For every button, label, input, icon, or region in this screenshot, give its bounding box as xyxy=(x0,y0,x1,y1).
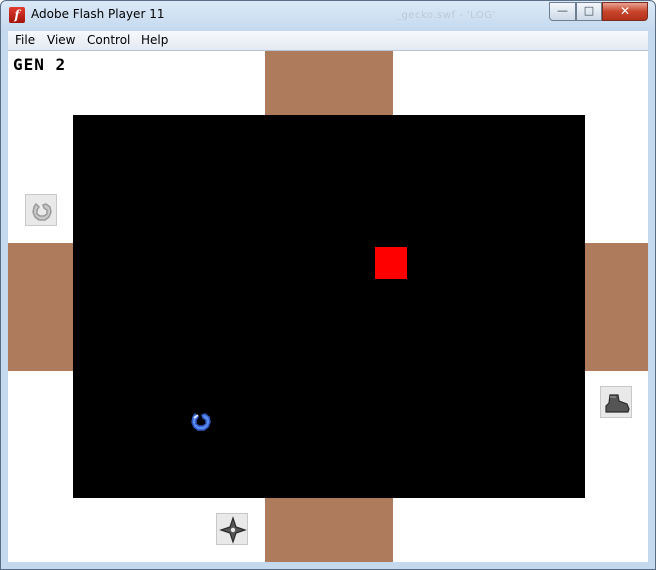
swirl-item-slot[interactable] xyxy=(25,194,57,226)
game-stage[interactable]: GEN 2 xyxy=(8,51,648,562)
door-right xyxy=(585,243,648,371)
game-arena[interactable] xyxy=(73,115,585,498)
shuriken-item-slot[interactable] xyxy=(216,513,248,545)
blue-swirl-player xyxy=(185,405,217,437)
maximize-icon: □ xyxy=(583,4,595,17)
red-square-enemy xyxy=(375,247,407,279)
close-button[interactable]: ✕ xyxy=(602,2,648,21)
boot-item-icon xyxy=(605,394,630,413)
maximize-button[interactable]: □ xyxy=(576,2,602,21)
swirl-icon xyxy=(191,412,211,431)
menu-bar: File View Control Help xyxy=(8,31,648,51)
window-title: Adobe Flash Player 11 xyxy=(31,7,165,21)
minimize-icon: — xyxy=(557,4,568,17)
door-top xyxy=(265,51,393,115)
boot-item-slot[interactable] xyxy=(600,386,632,418)
menu-file[interactable]: File xyxy=(15,33,35,47)
title-bar[interactable]: f Adobe Flash Player 11 _gecko.swf - 'LO… xyxy=(1,1,655,31)
menu-help[interactable]: Help xyxy=(141,33,168,47)
flash-app-icon: f xyxy=(9,7,25,23)
door-left xyxy=(8,243,73,371)
flash-player-window: f Adobe Flash Player 11 _gecko.swf - 'LO… xyxy=(0,0,656,570)
generation-label: GEN 2 xyxy=(13,55,67,74)
door-bottom xyxy=(265,498,393,562)
minimize-button[interactable]: — xyxy=(549,2,576,21)
menu-view[interactable]: View xyxy=(47,33,75,47)
window-title-ghost: _gecko.swf - 'LOG' xyxy=(396,10,496,21)
menu-control[interactable]: Control xyxy=(87,33,130,47)
swirl-item-icon xyxy=(32,202,52,221)
shuriken-item-icon xyxy=(219,516,247,544)
close-icon: ✕ xyxy=(619,4,631,18)
